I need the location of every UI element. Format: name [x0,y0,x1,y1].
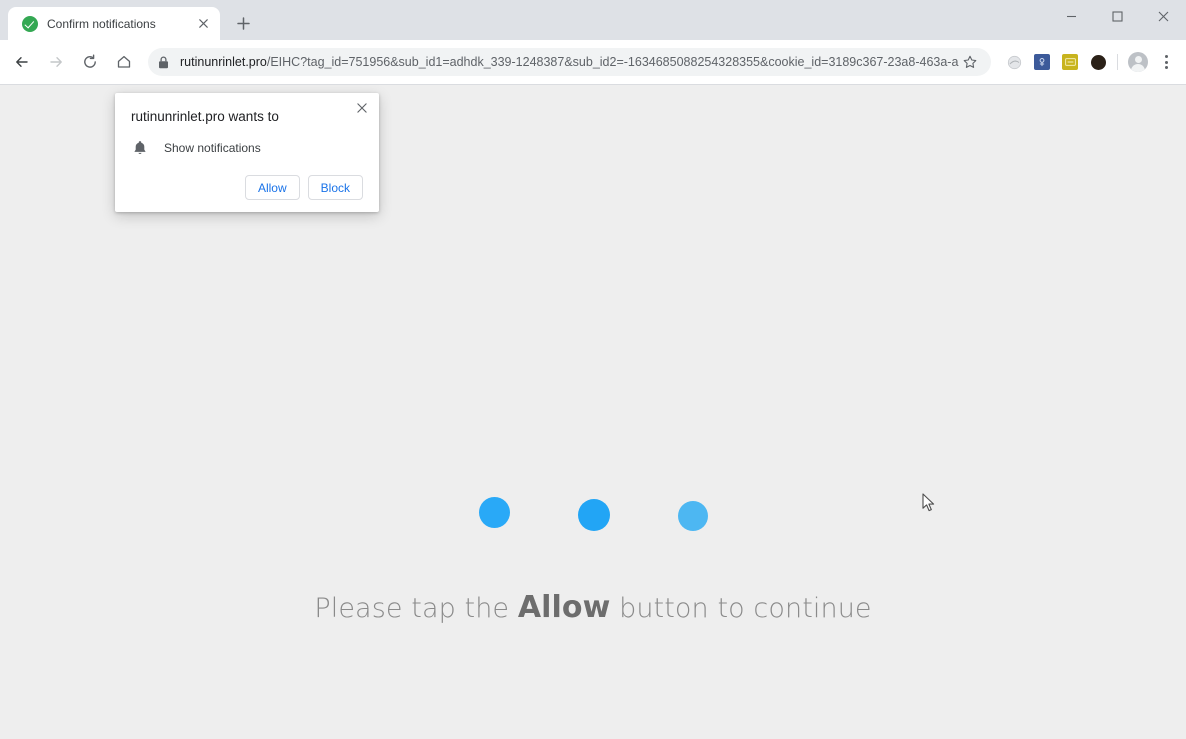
browser-tab-confirm-notifications[interactable]: Confirm notifications [8,7,220,40]
url-path: /EIHC?tag_id=751956&sub_id1=adhdk_339-12… [266,55,959,69]
new-tab-button[interactable] [229,9,257,37]
url-text: rutinunrinlet.pro/EIHC?tag_id=751956&sub… [180,55,959,69]
extension-blue-square-icon[interactable] [1031,51,1053,73]
loader-dot [677,501,708,531]
browser-toolbar: rutinunrinlet.pro/EIHC?tag_id=751956&sub… [0,40,1186,85]
forward-arrow-icon [42,48,70,76]
window-controls [1048,0,1186,32]
instruction-text: Please tap the Allow button to continue [0,590,1186,625]
permission-row: Show notifications [131,139,363,157]
instruction-suffix: button to continue [610,593,872,624]
tab-title: Confirm notifications [47,16,156,31]
dialog-title: rutinunrinlet.pro wants to [131,109,279,124]
lock-icon[interactable] [152,51,174,73]
minimize-button[interactable] [1048,0,1094,32]
extension-yellow-square-icon[interactable] [1059,51,1081,73]
profile-avatar-icon[interactable] [1128,52,1148,72]
loader-dot [478,496,510,528]
notification-permission-dialog: rutinunrinlet.pro wants to Show notifica… [115,93,379,212]
tab-strip: Confirm notifications [0,0,1186,40]
url-host: rutinunrinlet.pro [180,55,267,69]
tab-close-icon[interactable] [194,15,212,33]
reload-icon[interactable] [76,48,104,76]
address-bar[interactable]: rutinunrinlet.pro/EIHC?tag_id=751956&sub… [148,48,991,76]
extension-gray-circle-icon[interactable] [1003,51,1025,73]
extension-dark-circle-icon[interactable] [1087,51,1109,73]
allow-button[interactable]: Allow [244,175,300,200]
close-window-button[interactable] [1140,0,1186,32]
three-dot-loader [0,490,1186,538]
instruction-emphasis: Allow [517,590,611,625]
bell-icon [131,139,149,157]
maximize-button[interactable] [1094,0,1140,32]
toolbar-divider [1117,54,1118,70]
permission-label: Show notifications [164,141,261,155]
page-viewport: rutinunrinlet.pro wants to Show notifica… [0,85,1186,739]
home-icon[interactable] [110,48,138,76]
green-check-circle-icon [22,15,38,32]
star-icon[interactable] [959,51,981,73]
dialog-close-icon[interactable] [353,99,371,117]
dialog-actions: Allow Block [131,175,363,200]
loader-dot [577,499,610,531]
back-arrow-icon[interactable] [8,48,36,76]
kebab-menu-icon[interactable] [1154,50,1178,74]
block-button[interactable]: Block [307,175,363,200]
browser-window: Confirm notifications rutinunrinlet.pro/… [0,0,1186,739]
instruction-prefix: Please tap the [314,593,518,624]
